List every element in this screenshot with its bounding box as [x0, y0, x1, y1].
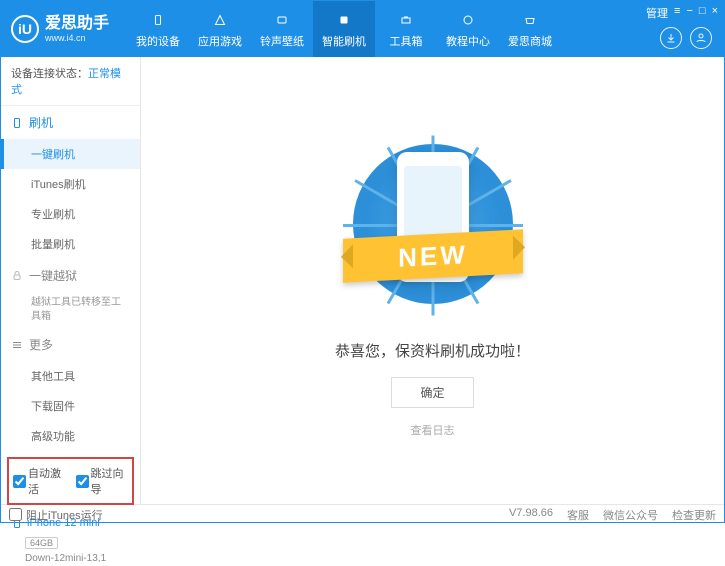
success-message: 恭喜您，保资料刷机成功啦！	[335, 340, 530, 361]
nav-my-device[interactable]: 我的设备	[127, 1, 189, 57]
wc-max[interactable]: □	[699, 5, 706, 21]
new-ribbon: NEW	[343, 229, 523, 282]
nav-apps-games[interactable]: 应用游戏	[189, 1, 251, 57]
wc-close[interactable]: ×	[712, 5, 718, 21]
wc-manage[interactable]: 管理	[646, 5, 668, 21]
nav-toolbox[interactable]: 工具箱	[375, 1, 437, 57]
chk-auto-activate[interactable]: 自动激活	[13, 465, 66, 497]
sidebar: 设备连接状态：正常模式 刷机 一键刷机 iTunes刷机 专业刷机 批量刷机 一…	[1, 57, 141, 504]
jailbreak-note: 越狱工具已转移至工具箱	[1, 292, 140, 328]
app-header: iU 爱思助手 www.i4.cn 我的设备 应用游戏 铃声壁纸 智能刷机 工具…	[1, 1, 724, 57]
ok-button[interactable]: 确定	[391, 377, 473, 408]
check-update-link[interactable]: 检查更新	[672, 507, 716, 523]
nav-ringtones[interactable]: 铃声壁纸	[251, 1, 313, 57]
view-log-link[interactable]: 查看日志	[411, 422, 455, 438]
main-nav: 我的设备 应用游戏 铃声壁纸 智能刷机 工具箱 教程中心 爱思商城	[127, 1, 561, 57]
sb-oneclick-flash[interactable]: 一键刷机	[1, 139, 140, 169]
firmware-label: Down-12mini-13,1	[1, 551, 140, 566]
section-more[interactable]: 更多	[1, 328, 140, 361]
site-url: www.i4.cn	[45, 34, 109, 43]
wc-menu[interactable]: ≡	[674, 5, 680, 21]
nav-store[interactable]: 爱思商城	[499, 1, 561, 57]
connection-status: 设备连接状态：正常模式	[1, 57, 140, 106]
success-illustration: NEW	[333, 134, 533, 314]
nav-smart-flash[interactable]: 智能刷机	[313, 1, 375, 57]
wc-min[interactable]: −	[686, 5, 692, 21]
main-panel: NEW 恭喜您，保资料刷机成功啦！ 确定 查看日志	[141, 57, 724, 504]
block-itunes-checkbox[interactable]: 阻止iTunes运行	[9, 507, 103, 523]
version-label: V7.98.66	[509, 507, 553, 523]
sb-itunes-flash[interactable]: iTunes刷机	[1, 169, 140, 199]
options-box: 自动激活 跳过向导	[7, 457, 134, 505]
support-link[interactable]: 客服	[567, 507, 589, 523]
sb-advanced[interactable]: 高级功能	[1, 421, 140, 451]
wechat-link[interactable]: 微信公众号	[603, 507, 658, 523]
sb-other-tools[interactable]: 其他工具	[1, 361, 140, 391]
chk-skip-guide[interactable]: 跳过向导	[76, 465, 129, 497]
logo: iU 爱思助手 www.i4.cn	[1, 1, 119, 57]
user-icon[interactable]	[690, 27, 712, 49]
sb-pro-flash[interactable]: 专业刷机	[1, 199, 140, 229]
app-name: 爱思助手	[45, 16, 109, 32]
logo-icon: iU	[11, 15, 39, 43]
download-icon[interactable]	[660, 27, 682, 49]
nav-tutorials[interactable]: 教程中心	[437, 1, 499, 57]
storage-badge: 64GB	[25, 537, 58, 549]
sb-download-fw[interactable]: 下载固件	[1, 391, 140, 421]
section-flash[interactable]: 刷机	[1, 106, 140, 139]
window-controls: 管理 ≡ − □ ×	[646, 5, 718, 21]
section-jailbreak: 一键越狱	[1, 259, 140, 292]
sb-batch-flash[interactable]: 批量刷机	[1, 229, 140, 259]
